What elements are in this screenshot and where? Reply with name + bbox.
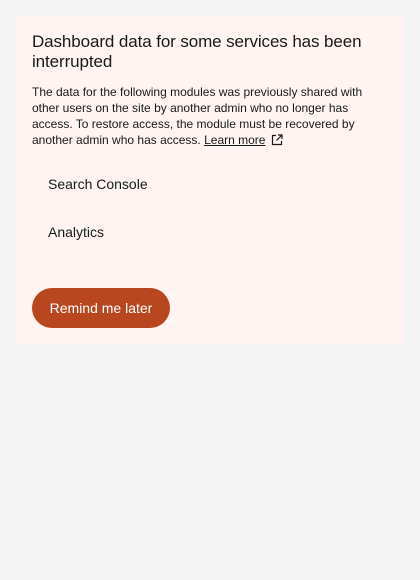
remind-me-later-button[interactable]: Remind me later bbox=[32, 288, 170, 328]
learn-more-link[interactable]: Learn more bbox=[204, 133, 284, 147]
notice-description: The data for the following modules was p… bbox=[32, 84, 384, 148]
module-item-search-console: Search Console bbox=[48, 176, 148, 192]
notice-description-text: The data for the following modules was p… bbox=[32, 85, 363, 147]
notice-title: Dashboard data for some services has bee… bbox=[32, 32, 362, 71]
module-item-analytics: Analytics bbox=[48, 224, 105, 240]
external-link-icon bbox=[272, 134, 284, 146]
interrupted-data-notice: Dashboard data for some services has bee… bbox=[16, 16, 404, 344]
learn-more-label: Learn more bbox=[204, 133, 266, 147]
module-list: Search Console Analytics bbox=[32, 174, 388, 242]
